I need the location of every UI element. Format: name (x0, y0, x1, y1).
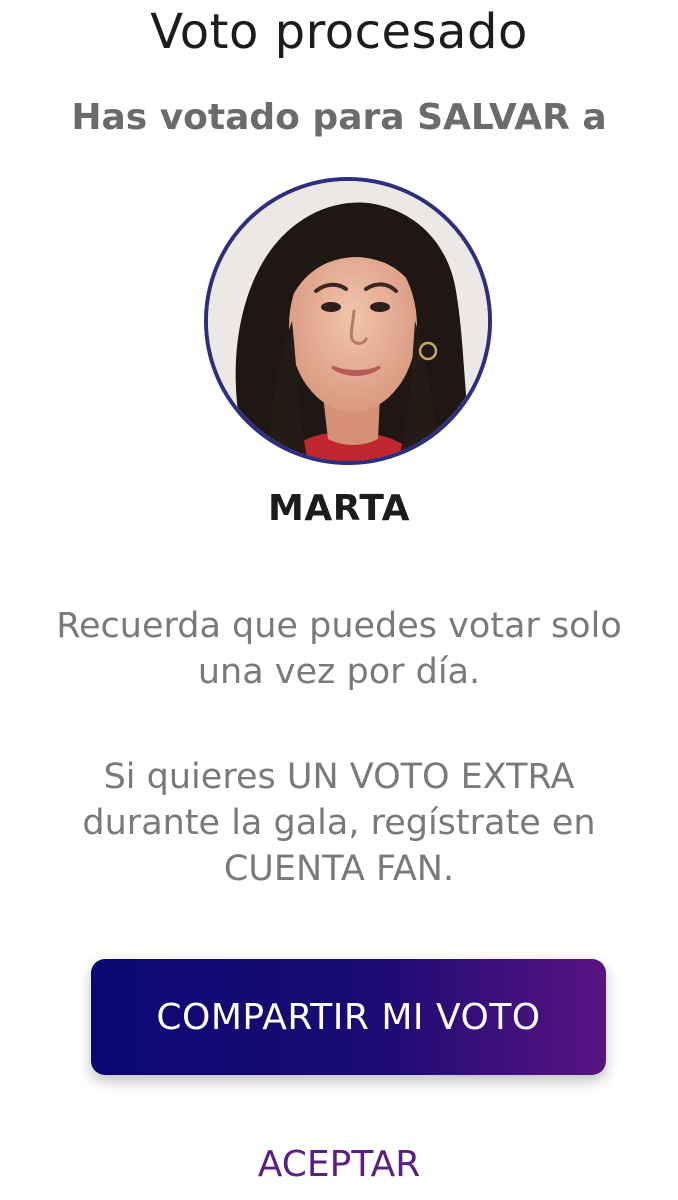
vote-subtitle: Has votado para SALVAR a (71, 97, 607, 138)
page-title: Voto procesado (150, 4, 528, 60)
avatar (204, 177, 492, 465)
contestant-photo (208, 181, 488, 461)
extra-vote-line: Si quieres UN VOTO EXTRA (103, 757, 575, 797)
share-vote-label: COMPARTIR MI VOTO (156, 996, 541, 1038)
accept-button[interactable]: ACEPTAR (0, 1142, 678, 1188)
reminder-line: Recuerda que puedes votar solo (56, 606, 622, 646)
extra-vote-line: durante la gala, regístrate en (82, 803, 596, 843)
share-vote-button[interactable]: COMPARTIR MI VOTO (91, 959, 606, 1075)
daily-vote-reminder: Recuerda que puedes votar solo una vez p… (20, 603, 658, 695)
reminder-line: una vez por día. (197, 652, 481, 692)
contestant-name: MARTA (268, 488, 410, 529)
extra-vote-line: CUENTA FAN. (223, 849, 455, 889)
extra-vote-info: Si quieres UN VOTO EXTRA durante la gala… (20, 754, 658, 892)
